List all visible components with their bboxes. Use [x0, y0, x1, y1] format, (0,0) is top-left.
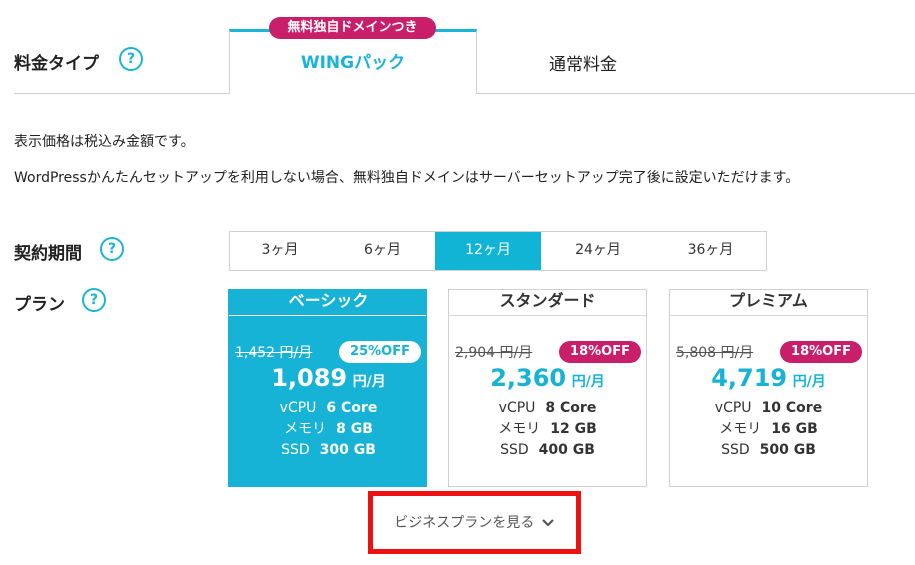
card-divider — [229, 315, 426, 316]
spec-ssd: SSD 400 GB — [500, 442, 595, 458]
price: 1,089 円/月 — [229, 364, 428, 392]
tab-wing-pack-label: WINGパック — [300, 53, 406, 73]
price-unit: 円/月 — [352, 374, 386, 390]
plan-name: スタンダード — [499, 291, 596, 310]
tab-regular-price-label: 通常料金 — [549, 55, 617, 75]
plan-card-premium[interactable]: プレミアム 5,808 円/月 18%OFF 4,719 円/月 vCPU 10 … — [669, 289, 868, 487]
old-price: 5,808 円/月 — [676, 345, 754, 361]
plan-card-basic[interactable]: ベーシック 1,452 円/月 25%OFF 1,089 円/月 vCPU 6 C… — [228, 289, 427, 487]
spec-cpu: vCPU 6 Core — [279, 400, 378, 416]
plan-help-icon[interactable]: ? — [82, 288, 106, 312]
free-domain-ribbon: 無料独自ドメインつき — [269, 17, 436, 39]
price: 4,719 円/月 — [670, 364, 867, 392]
price-value: 1,089 — [271, 364, 348, 392]
business-plan-link-label: ビジネスプランを見る — [394, 515, 535, 531]
price-value: 2,360 — [490, 364, 567, 392]
period-option-12m[interactable]: 12ヶ月 — [435, 232, 541, 270]
spec-ssd: SSD 300 GB — [281, 442, 376, 458]
spec-memory: メモリ 8 GB — [284, 421, 373, 437]
card-divider — [449, 315, 646, 316]
price: 2,360 円/月 — [449, 364, 646, 392]
plan-name: ベーシック — [288, 291, 369, 310]
discount-badge: 18%OFF — [559, 341, 641, 363]
price-type-help-icon[interactable]: ? — [119, 47, 143, 71]
price-unit: 円/月 — [792, 374, 826, 390]
spec-ssd: SSD 500 GB — [721, 442, 816, 458]
price-type-label: 料金タイプ — [14, 54, 99, 74]
period-option-24m[interactable]: 24ヶ月 — [541, 232, 655, 270]
old-price: 2,904 円/月 — [455, 345, 533, 361]
period-option-3m[interactable]: 3ヶ月 — [230, 232, 330, 270]
contract-period-selector: 3ヶ月 6ヶ月 12ヶ月 24ヶ月 36ヶ月 — [229, 231, 767, 271]
period-option-36m[interactable]: 36ヶ月 — [655, 232, 766, 270]
plan-card-standard[interactable]: スタンダード 2,904 円/月 18%OFF 2,360 円/月 vCPU 8 … — [448, 289, 647, 487]
chevron-down-icon — [541, 519, 554, 527]
card-divider — [670, 315, 867, 316]
discount-badge: 25%OFF — [339, 341, 421, 363]
spec-memory: メモリ 12 GB — [498, 421, 597, 437]
old-price: 1,452 円/月 — [235, 345, 313, 361]
price-value: 4,719 — [711, 364, 788, 392]
plan-label: プラン — [14, 295, 65, 315]
spec-memory: メモリ 16 GB — [719, 421, 818, 437]
spec-cpu: vCPU 8 Core — [498, 400, 597, 416]
business-plan-link[interactable]: ビジネスプランを見る — [368, 512, 581, 532]
period-option-6m[interactable]: 6ヶ月 — [330, 232, 435, 270]
plan-name: プレミアム — [729, 291, 808, 310]
discount-badge: 18%OFF — [780, 341, 862, 363]
contract-period-label: 契約期間 — [14, 244, 82, 264]
tab-regular-price[interactable]: 通常料金 — [480, 50, 686, 75]
contract-period-help-icon[interactable]: ? — [100, 237, 124, 261]
spec-cpu: vCPU 10 Core — [714, 400, 823, 416]
price-unit: 円/月 — [571, 374, 605, 390]
wordpress-note: WordPressかんたんセットアップを利用しない場合、無料独自ドメインはサーバ… — [14, 170, 800, 186]
tax-note: 表示価格は税込み金額です。 — [14, 134, 195, 150]
